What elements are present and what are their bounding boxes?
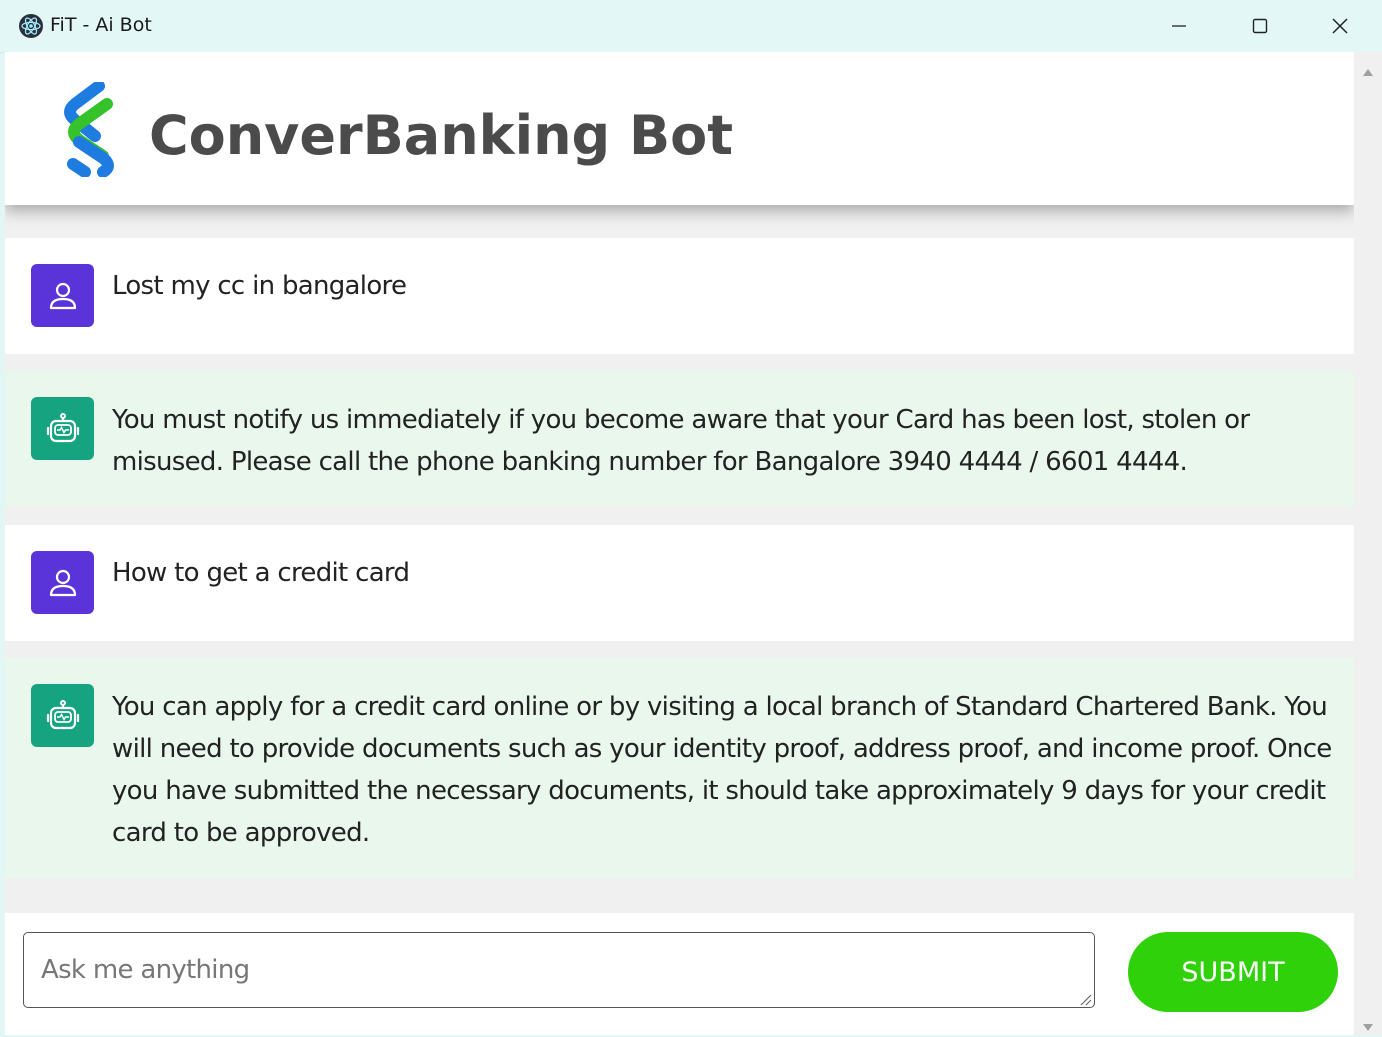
app-content: ConverBanking Bot Lost my cc in bangalor… [5,52,1354,1035]
user-icon [49,282,76,309]
app-header: ConverBanking Bot [5,52,1354,205]
message-text: You must notify us immediately if you be… [112,405,1250,477]
submit-button[interactable]: SUBMIT [1128,932,1338,1012]
minimize-button[interactable] [1139,0,1219,52]
chat-message-bot: You can apply for a credit card online o… [5,658,1354,878]
chat-input-bar: SUBMIT [5,913,1354,1035]
chat-input-container [23,932,1095,1008]
robot-icon [46,412,79,442]
bot-avatar [31,684,94,747]
maximize-icon [1252,18,1268,34]
window-title: FiT - Ai Bot [50,14,152,36]
window-titlebar: FiT - Ai Bot [0,0,1382,53]
page-title: ConverBanking Bot [149,104,734,167]
message-text: You can apply for a credit card online o… [112,692,1332,848]
message-text: How to get a credit card [112,558,410,588]
message-text: Lost my cc in bangalore [112,271,407,301]
electron-app-icon [18,13,44,39]
robot-icon [46,699,79,729]
user-avatar [31,264,94,327]
user-avatar [31,551,94,614]
chat-message-user: How to get a credit card [5,525,1354,641]
user-icon [49,569,76,596]
chat-message-user: Lost my cc in bangalore [5,238,1354,354]
maximize-button[interactable] [1220,0,1300,52]
bot-avatar [31,397,94,460]
chat-input[interactable] [24,933,1094,1007]
scroll-up-arrow-icon[interactable] [1362,62,1374,76]
bank-logo-icon [59,80,121,178]
minimize-icon [1172,25,1186,27]
vertical-scrollbar[interactable] [1354,52,1382,1035]
close-icon [1332,18,1348,34]
scroll-down-arrow-icon[interactable] [1362,1018,1374,1031]
resize-grip-icon[interactable] [1078,991,1092,1006]
chat-message-bot: You must notify us immediately if you be… [5,371,1354,507]
close-button[interactable] [1300,0,1380,52]
